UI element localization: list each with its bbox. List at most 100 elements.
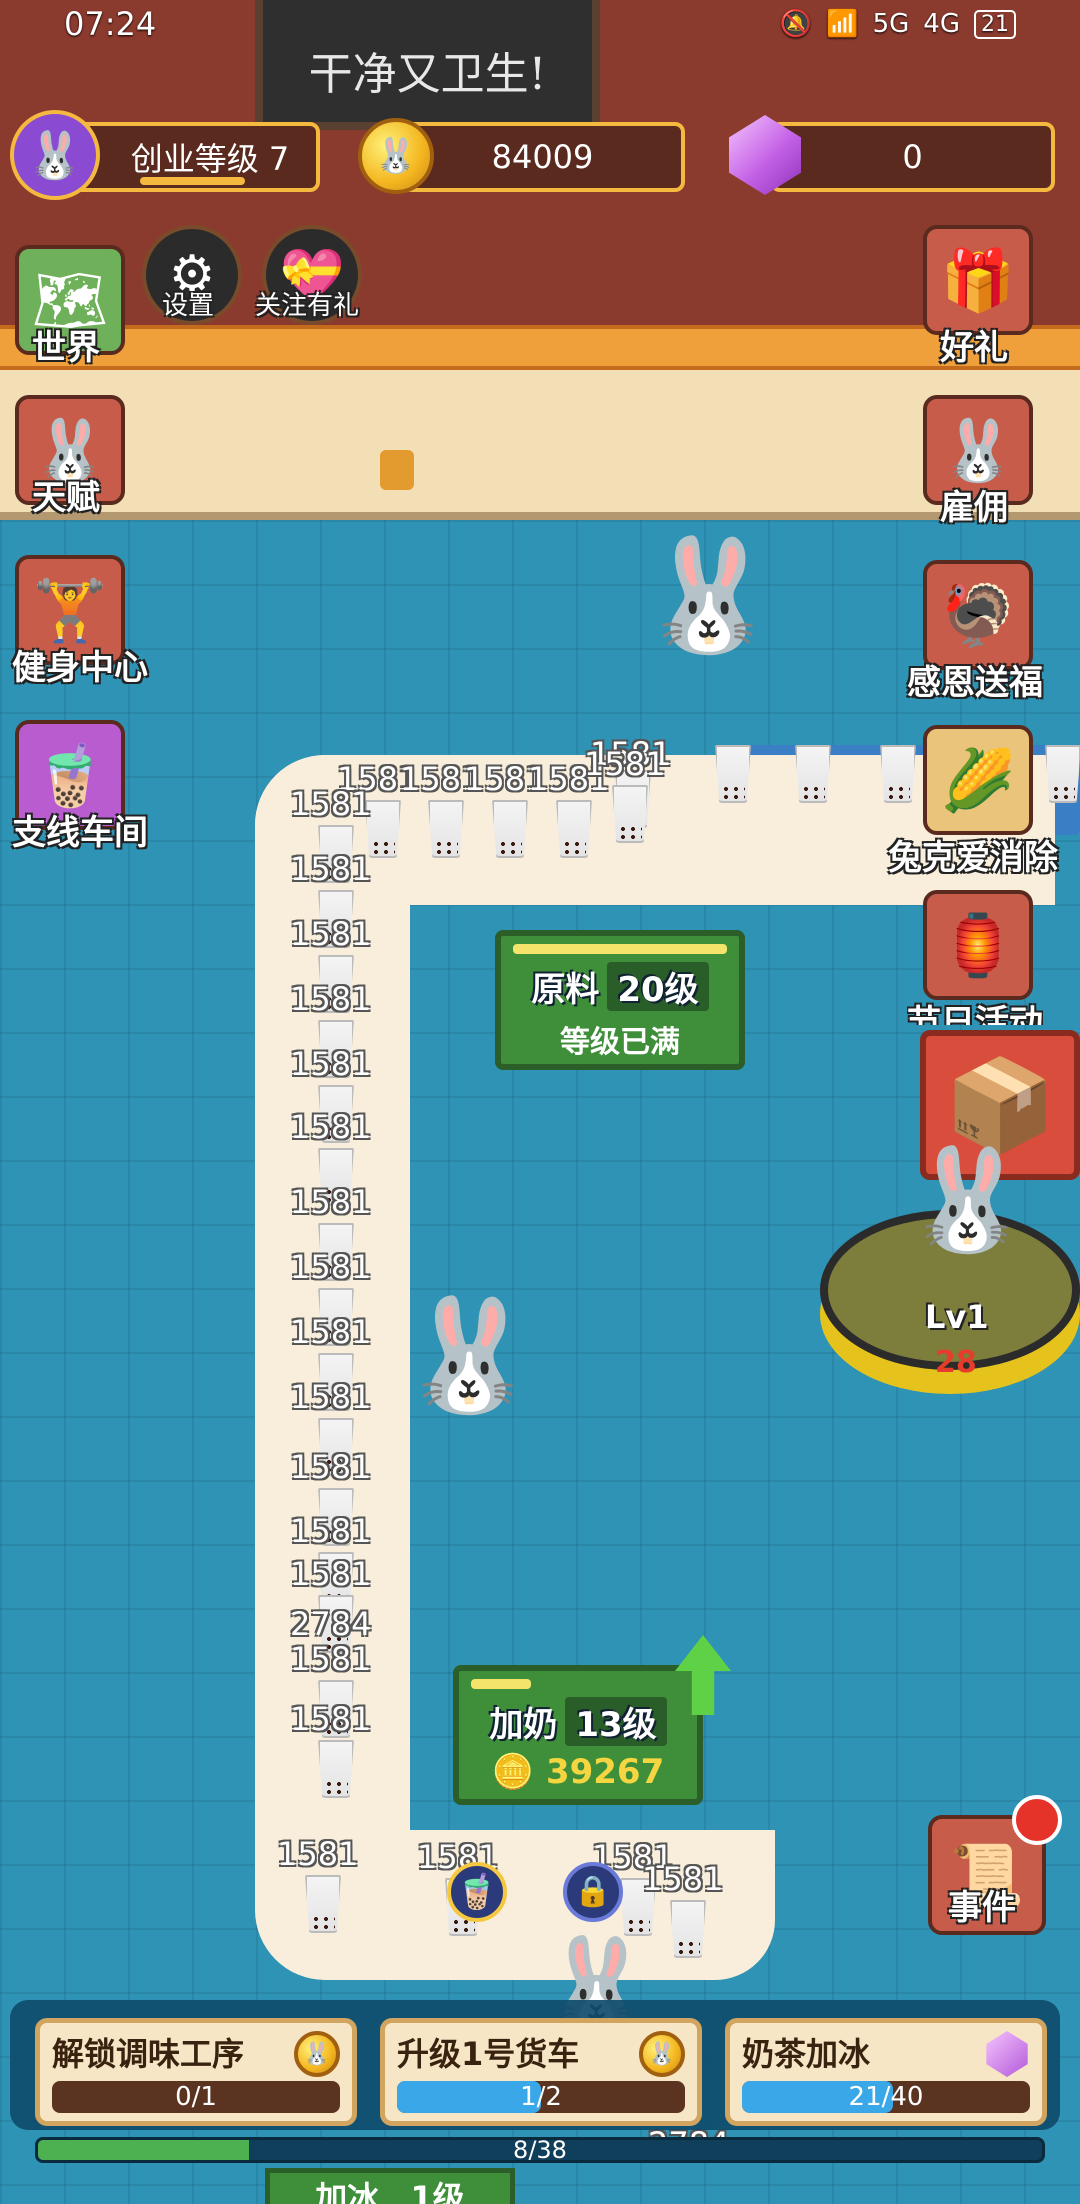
blackboard-text: 干净又卫生! bbox=[308, 49, 547, 100]
talent-label: 天赋 bbox=[32, 478, 100, 518]
battery-indicator: 21 bbox=[974, 9, 1016, 39]
status-time: 07:24 bbox=[64, 5, 157, 43]
task-progress-bar: 0/1 bbox=[52, 2081, 340, 2113]
cup bbox=[612, 785, 648, 843]
coin-icon: 🐰 bbox=[294, 2031, 340, 2077]
business-level-label: 创业等级 7 bbox=[130, 140, 290, 178]
gift-button[interactable]: 🎁 bbox=[923, 225, 1033, 335]
coin-icon: 🐰 bbox=[358, 118, 434, 194]
thanksgiving-icon: 🦃 bbox=[923, 560, 1033, 670]
lock-icon[interactable]: 🔒 bbox=[563, 1862, 623, 1922]
station-milk-level: 13级 bbox=[565, 1697, 667, 1746]
cup bbox=[670, 1900, 706, 1958]
worker-rabbit-middle: 🐰 bbox=[400, 1291, 537, 1419]
station-raw-status: 等级已满 bbox=[560, 1025, 680, 1060]
station-raw-level: 20级 bbox=[607, 962, 709, 1011]
gem-amount: 0 bbox=[902, 138, 923, 176]
cup-value-label: 1581 bbox=[290, 1512, 372, 1550]
level-progress-bar bbox=[140, 177, 245, 185]
cup-value-label: 1581 bbox=[290, 1108, 372, 1146]
notification-dot bbox=[1012, 1795, 1062, 1845]
cup-value-label: 1581 bbox=[290, 915, 372, 953]
task-card-upgrade-truck[interactable]: 升级1号货车 🐰 1/2 bbox=[380, 2018, 702, 2126]
cup bbox=[795, 745, 831, 803]
match-game-icon: 🌽 bbox=[923, 725, 1033, 835]
festival-icon: 🏮 bbox=[923, 890, 1033, 1000]
cup bbox=[715, 745, 751, 803]
station-milk-name: 加奶 bbox=[489, 1705, 558, 1745]
station-ice-level: 1级 bbox=[410, 2179, 465, 2204]
cup-value-label: 1581 bbox=[584, 745, 666, 783]
cup bbox=[318, 1740, 354, 1798]
cup-value-label: 1581 bbox=[290, 1248, 372, 1286]
hire-label: 雇佣 bbox=[940, 488, 1008, 528]
chef-rabbit: 🐰 bbox=[905, 1141, 1030, 1258]
platform-level: Lv1 bbox=[925, 1298, 989, 1336]
cup-value-label: 1581 bbox=[290, 850, 372, 888]
cup-value-label: 1581 bbox=[290, 1448, 372, 1486]
cup bbox=[880, 745, 916, 803]
station-milk-bar bbox=[471, 1679, 531, 1689]
cup-value-label: 1581 bbox=[290, 1183, 372, 1221]
cup-value-label: 1581 bbox=[290, 1045, 372, 1083]
cup-value-label: 1581 bbox=[290, 1313, 372, 1351]
world-label: 世界 bbox=[32, 328, 100, 368]
coin-amount: 84009 bbox=[491, 138, 594, 176]
festival-label: 节日活动 bbox=[907, 1003, 1043, 1025]
counter bbox=[0, 370, 1080, 520]
station-raw-name: 原料 bbox=[531, 970, 600, 1010]
cup-value-label: 1581 bbox=[290, 1378, 372, 1416]
gym-label: 健身中心 bbox=[12, 648, 148, 688]
cup bbox=[428, 800, 464, 858]
event-label: 事件 bbox=[948, 1888, 1016, 1928]
task-progress-text: 0/1 bbox=[175, 2082, 217, 2112]
gift-label: 好礼 bbox=[940, 328, 1008, 368]
wifi-icon: 📶 bbox=[826, 9, 859, 39]
player-avatar[interactable]: 🐰 bbox=[10, 110, 100, 200]
cup-value-label: 1581 bbox=[290, 1555, 372, 1593]
milk-station[interactable]: 加奶 13级 🪙 39267 bbox=[453, 1665, 703, 1805]
status-bar: 07:24 🔕 📶 5G 4G 21 bbox=[0, 0, 1080, 48]
coin-icon: 🪙 bbox=[491, 1752, 535, 1792]
thanksgiving-label: 感恩送福 bbox=[907, 663, 1043, 703]
thanksgiving-button[interactable]: 🦃 bbox=[923, 560, 1033, 670]
gem-counter[interactable]: 0 bbox=[770, 122, 1055, 192]
match-game-button[interactable]: 🌽 bbox=[923, 725, 1033, 835]
cup-value-label: 1581 bbox=[290, 980, 372, 1018]
gift-box-icon: 🎁 bbox=[923, 225, 1033, 335]
task-progress-text: 21/40 bbox=[848, 2082, 924, 2112]
overall-progress-bar: 8/38 bbox=[35, 2137, 1045, 2163]
cup-value-label: 1581 bbox=[642, 1860, 724, 1898]
task-card-unlock-seasoning[interactable]: 解锁调味工序 🐰 0/1 bbox=[35, 2018, 357, 2126]
overall-progress-text: 8/38 bbox=[513, 2137, 567, 2163]
wall-stripe bbox=[0, 325, 1080, 370]
cup bbox=[305, 1875, 341, 1933]
mute-icon: 🔕 bbox=[779, 9, 813, 39]
ice-station[interactable]: 加冰 1级 bbox=[265, 2168, 515, 2204]
coin-counter[interactable]: 84009 bbox=[400, 122, 685, 192]
cup bbox=[1045, 745, 1080, 803]
task-progress-text: 1/2 bbox=[520, 2082, 562, 2112]
worker-rabbit-top: 🐰 bbox=[640, 531, 777, 659]
match-game-label: 兔克爱消除 bbox=[888, 838, 1058, 878]
station-ice-name: 加冰 bbox=[315, 2179, 380, 2204]
station-milk-cost: 39267 bbox=[545, 1752, 665, 1792]
network-5g: 5G bbox=[872, 9, 910, 39]
network-4g: 4G bbox=[923, 9, 960, 39]
coin-icon: 🐰 bbox=[639, 2031, 685, 2077]
follow-gift-label: 关注有礼 bbox=[255, 291, 360, 321]
cup-value-label: 1581 bbox=[277, 1835, 359, 1873]
cup-label-alt: 2784 bbox=[290, 1605, 372, 1643]
cup bbox=[492, 800, 528, 858]
milk-tea-slot-icon[interactable]: 🧋 bbox=[447, 1862, 507, 1922]
task-progress-bar: 21/40 bbox=[742, 2081, 1030, 2113]
platform-count: 28 bbox=[935, 1345, 977, 1380]
cup-value-label: 1581 bbox=[290, 785, 372, 823]
task-card-add-ice[interactable]: 奶茶加冰 21/40 bbox=[725, 2018, 1047, 2126]
task-progress-bar: 1/2 bbox=[397, 2081, 685, 2113]
festival-button[interactable]: 🏮 bbox=[923, 890, 1033, 1000]
cup-value-label: 1581 bbox=[290, 1640, 372, 1678]
cup bbox=[556, 800, 592, 858]
raw-material-station[interactable]: 原料 20级 等级已满 bbox=[495, 930, 745, 1070]
workshop-label: 支线车间 bbox=[12, 813, 148, 853]
